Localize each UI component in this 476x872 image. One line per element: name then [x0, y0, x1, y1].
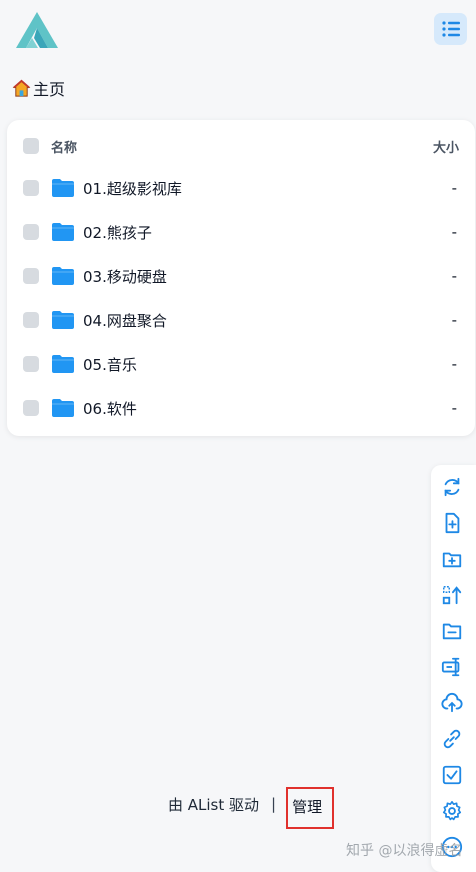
breadcrumb[interactable]: 主页 — [12, 76, 65, 100]
alist-logo[interactable] — [14, 10, 60, 50]
row-checkbox[interactable] — [23, 180, 39, 196]
folder-icon — [52, 267, 74, 285]
checkbox-icon — [442, 765, 462, 785]
settings-icon — [442, 801, 462, 821]
multi-select-button[interactable] — [440, 763, 464, 787]
file-size: - — [451, 355, 457, 373]
row-checkbox[interactable] — [23, 400, 39, 416]
column-name-header[interactable]: 名称 — [51, 137, 77, 156]
file-name[interactable]: 04.网盘聚合 — [83, 310, 167, 331]
list-header: 名称 大小 — [7, 134, 475, 158]
new-file-button[interactable] — [440, 511, 464, 535]
folder-icon — [52, 223, 74, 241]
upload-icon — [441, 693, 463, 713]
file-rows: 01.超级影视库 -02.熊孩子 -03.移动硬盘 -04.网盘聚合 -05.音乐 -06… — [7, 166, 475, 430]
breadcrumb-home-label[interactable]: 主页 — [33, 76, 65, 100]
settings-button[interactable] — [440, 799, 464, 823]
powered-by-link[interactable]: 由 AList 驱动 — [168, 794, 259, 815]
file-name[interactable]: 02.熊孩子 — [83, 222, 152, 243]
folder-icon — [52, 399, 74, 417]
file-name[interactable]: 03.移动硬盘 — [83, 266, 167, 287]
file-size: - — [451, 267, 457, 285]
folder-icon — [52, 311, 74, 329]
new-folder-button[interactable] — [440, 547, 464, 571]
footer-separator: | — [271, 795, 277, 813]
row-checkbox[interactable] — [23, 224, 39, 240]
rename-icon — [441, 657, 460, 677]
upload-button[interactable] — [440, 691, 464, 715]
refresh-icon — [444, 477, 460, 497]
file-name[interactable]: 06.软件 — [83, 398, 137, 419]
column-size-header[interactable]: 大小 — [433, 137, 459, 156]
folder-icon — [52, 179, 74, 197]
sort-icon — [442, 586, 462, 605]
file-list: 名称 大小 01.超级影视库 -02.熊孩子 -03.移动硬盘 -04.网盘聚合 -05… — [7, 120, 475, 436]
file-size: - — [451, 223, 457, 241]
file-row[interactable]: 02.熊孩子 - — [7, 210, 475, 254]
menu-button[interactable] — [434, 13, 467, 45]
file-row[interactable]: 03.移动硬盘 - — [7, 254, 475, 298]
row-checkbox[interactable] — [23, 312, 39, 328]
folder-icon — [52, 355, 74, 373]
row-checkbox[interactable] — [23, 268, 39, 284]
folder-minus-icon — [442, 623, 462, 640]
file-row[interactable]: 05.音乐 - — [7, 342, 475, 386]
file-row[interactable]: 06.软件 - — [7, 386, 475, 430]
rename-button[interactable] — [440, 655, 464, 679]
watermark: 知乎 @以浪得虚名 — [346, 843, 463, 859]
file-row[interactable]: 04.网盘聚合 - — [7, 298, 475, 342]
footer: 由 AList 驱动 | 管理 — [168, 787, 335, 829]
select-all-checkbox[interactable] — [23, 138, 39, 154]
file-name[interactable]: 05.音乐 — [83, 354, 137, 375]
row-checkbox[interactable] — [23, 356, 39, 372]
new-folder-icon — [442, 552, 462, 568]
file-size: - — [451, 179, 457, 197]
manage-link[interactable]: 管理 — [286, 787, 335, 829]
folder-minus-button[interactable] — [440, 619, 464, 643]
file-row[interactable]: 01.超级影视库 - — [7, 166, 475, 210]
file-size: - — [451, 399, 457, 417]
home-icon — [12, 79, 31, 97]
offline-download-button[interactable] — [440, 727, 464, 751]
link-icon — [443, 729, 461, 749]
new-file-icon — [445, 512, 460, 534]
sort-button[interactable] — [440, 583, 464, 607]
right-toolbar — [431, 465, 476, 872]
file-name[interactable]: 01.超级影视库 — [83, 178, 182, 199]
refresh-button[interactable] — [440, 475, 464, 499]
file-size: - — [451, 311, 457, 329]
list-icon — [441, 21, 460, 37]
